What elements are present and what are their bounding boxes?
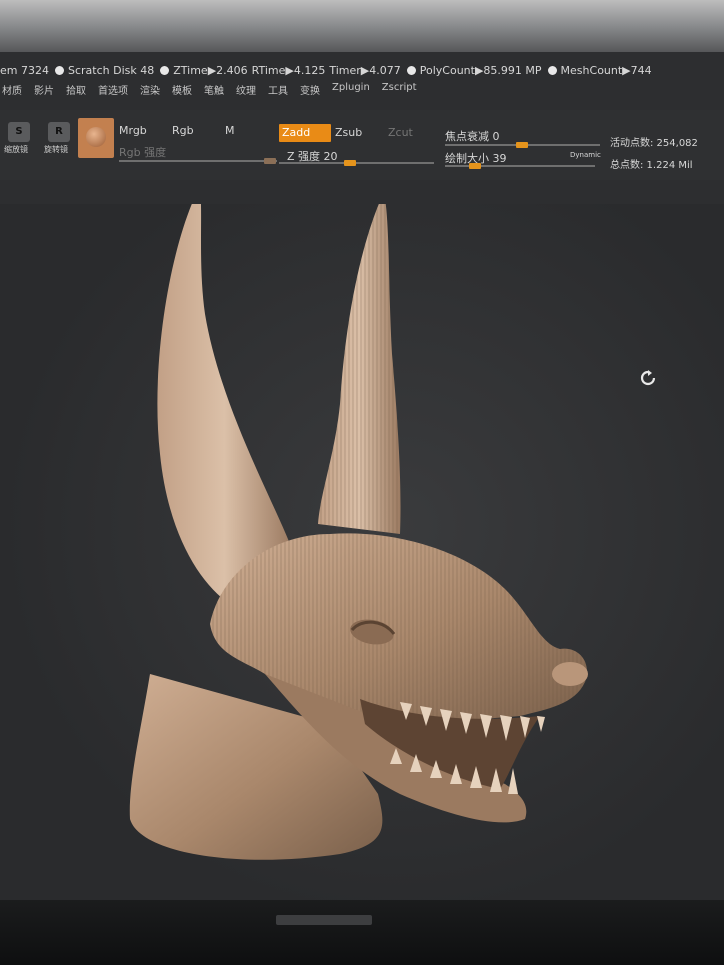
scratch-disk-readout: Scratch Disk 48 xyxy=(67,63,155,77)
menu-transform[interactable]: 变换 xyxy=(300,82,320,102)
rgb-intensity-knob[interactable] xyxy=(264,158,276,164)
rotate-button[interactable]: R xyxy=(48,122,70,142)
zbrush-screen: em 7324 Scratch Disk 48 ZTime▶2.406 RTim… xyxy=(0,52,724,920)
memory-readout: em 7324 xyxy=(0,63,49,77)
rgb-intensity-slider[interactable] xyxy=(119,160,277,162)
sculpt-nose xyxy=(552,662,588,686)
menu-movie[interactable]: 影片 xyxy=(34,82,54,102)
timer-readout: Timer▶4.077 xyxy=(329,63,401,77)
menu-picker[interactable]: 拾取 xyxy=(66,82,86,102)
material-swatch[interactable] xyxy=(78,118,114,158)
rgb-intensity-label: Rgb 强度 xyxy=(119,146,167,159)
status-bar: em 7324 Scratch Disk 48 ZTime▶2.406 RTim… xyxy=(0,58,724,82)
rtime-readout: RTime▶4.125 xyxy=(251,63,326,77)
sculpt-model xyxy=(129,186,588,860)
zsub-button[interactable]: Zsub xyxy=(335,126,362,139)
rgb-toggle[interactable]: Rgb xyxy=(172,124,194,137)
status-dot-icon xyxy=(406,65,416,75)
draw-size-knob[interactable] xyxy=(469,163,481,169)
monitor-bezel-bottom xyxy=(0,900,724,965)
status-dot-icon xyxy=(547,65,557,75)
scale-button[interactable]: S xyxy=(8,122,30,142)
meshcount-readout: MeshCount▶744 xyxy=(560,63,652,77)
mrgb-toggle[interactable]: Mrgb xyxy=(119,124,147,137)
menu-texture[interactable]: 纹理 xyxy=(236,82,256,102)
menu-bar: 材质 影片 拾取 首选项 渲染 模板 笔触 纹理 工具 变换 Zplugin Z… xyxy=(0,82,724,102)
polycount-readout: PolyCount▶85.991 MP xyxy=(419,63,542,77)
z-intensity-slider[interactable] xyxy=(279,162,434,164)
scale-caption: 缩放镜 xyxy=(4,145,28,154)
focal-shift-label: 焦点衰减 0 xyxy=(445,130,500,143)
menu-render[interactable]: 渲染 xyxy=(140,82,160,102)
total-points-readout: 总点数: 1.224 Mil xyxy=(610,160,693,171)
active-points-readout: 活动点数: 254,082 xyxy=(610,138,698,149)
rotate-caption: 旋转镜 xyxy=(44,145,68,154)
menu-stencil[interactable]: 模板 xyxy=(172,82,192,102)
material-sphere-icon xyxy=(86,127,106,147)
canvas-viewport[interactable] xyxy=(0,186,724,920)
zadd-button[interactable]: Zadd xyxy=(279,124,331,142)
refresh-icon[interactable] xyxy=(640,370,656,386)
menu-zplugin[interactable]: Zplugin xyxy=(332,82,370,102)
ztime-readout: ZTime▶2.406 xyxy=(173,63,248,77)
monitor-bezel-top xyxy=(0,0,724,58)
menu-zscript[interactable]: Zscript xyxy=(382,82,417,102)
bottom-tray-handle[interactable] xyxy=(276,915,372,925)
zcut-button[interactable]: Zcut xyxy=(388,126,413,139)
menu-preferences[interactable]: 首选项 xyxy=(98,82,128,102)
menu-stroke[interactable]: 笔触 xyxy=(204,82,224,102)
draw-size-slider[interactable] xyxy=(445,165,595,167)
status-dot-icon xyxy=(160,65,170,75)
m-toggle[interactable]: M xyxy=(225,124,235,137)
status-dot-icon xyxy=(54,65,64,75)
z-intensity-knob[interactable] xyxy=(344,160,356,166)
dynamic-toggle[interactable]: Dynamic xyxy=(570,151,601,159)
menu-tool[interactable]: 工具 xyxy=(268,82,288,102)
menu-material[interactable]: 材质 xyxy=(2,82,22,102)
focal-shift-knob[interactable] xyxy=(516,142,528,148)
